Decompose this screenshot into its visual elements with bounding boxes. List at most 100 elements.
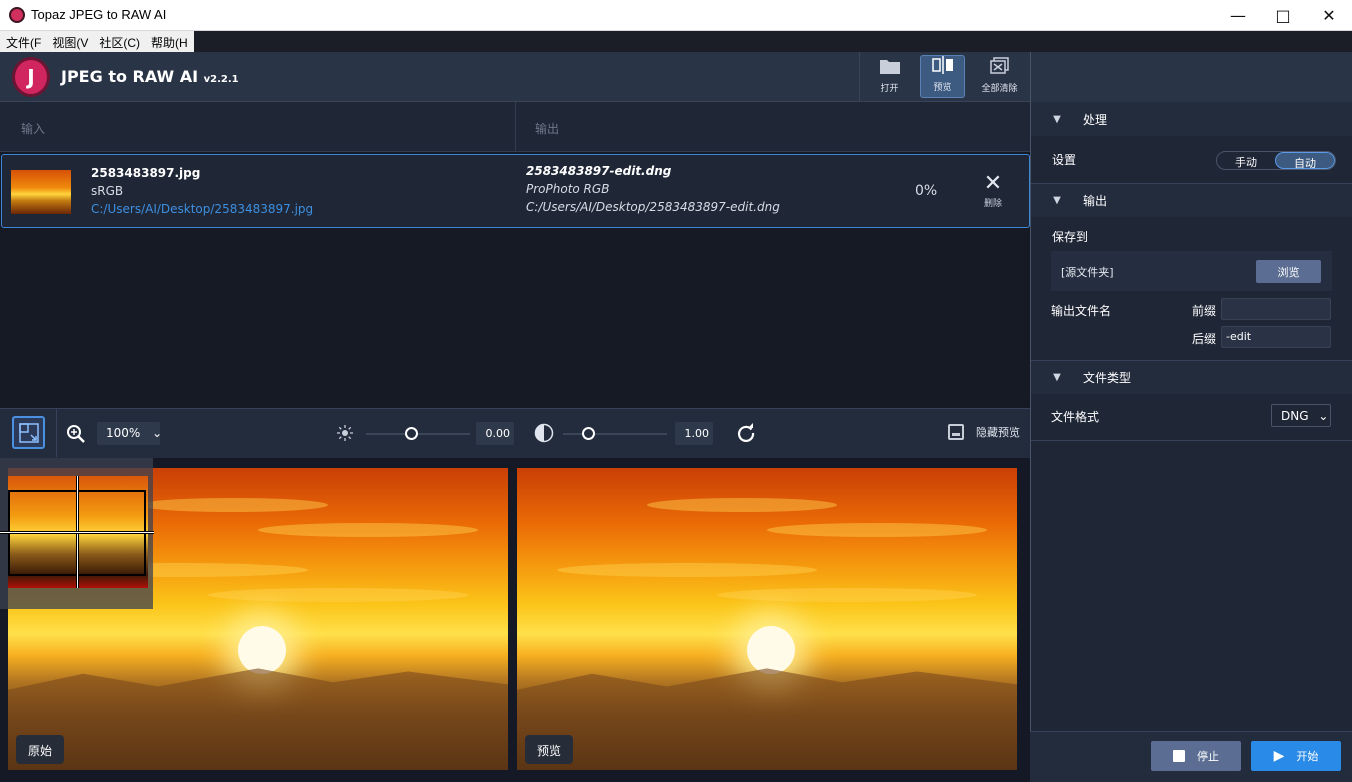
file-format-label: 文件格式 — [1051, 410, 1100, 424]
chevron-down-icon: ▼ — [1053, 113, 1061, 125]
folder-icon — [879, 60, 900, 74]
mode-toggle[interactable]: 手动 自动 — [1216, 151, 1336, 170]
prefix-label: 前缀 — [1192, 304, 1217, 318]
preview-toolbar-label: 预览 — [933, 83, 952, 93]
output-section-header[interactable]: ▼ 输出 — [1031, 183, 1352, 217]
delete-label: 删除 — [983, 199, 1002, 209]
column-divider — [515, 102, 516, 152]
app-icon — [9, 7, 25, 23]
file-format-select[interactable]: DNG ⌄ — [1271, 404, 1331, 427]
original-label: 原始 — [16, 735, 65, 764]
menu-help[interactable]: 帮助(H — [145, 31, 193, 52]
cloud-shape — [258, 523, 478, 537]
output-path: C:/Users/AI/Desktop/2583483897-edit.dng — [526, 200, 780, 214]
close-window-button[interactable]: ✕ — [1306, 0, 1352, 31]
input-colorspace: sRGB — [91, 184, 124, 198]
mountain-shape — [517, 668, 1017, 770]
exposure-value-field[interactable]: 0.00 — [476, 422, 514, 445]
file-format-value: DNG — [1281, 409, 1309, 423]
file-list-empty-area — [0, 230, 1030, 408]
output-filename-label: 输出文件名 — [1051, 304, 1112, 318]
hide-preview-icon — [948, 424, 964, 440]
reset-icon[interactable] — [736, 423, 756, 446]
topaz-logo: J — [12, 57, 50, 97]
stop-button[interactable]: 停止 — [1151, 741, 1241, 771]
exposure-slider-track[interactable] — [366, 433, 470, 435]
menu-bar-filler — [194, 31, 1352, 52]
maximize-button[interactable]: □ — [1260, 0, 1306, 31]
open-label: 打开 — [880, 84, 899, 94]
section-divider — [1031, 440, 1352, 441]
clear-all-button[interactable]: 全部清除 — [977, 55, 1022, 98]
brightness-icon — [336, 424, 354, 445]
mountain-shape — [8, 668, 508, 770]
hide-preview-toggle[interactable]: 隐藏预览 — [948, 424, 1020, 440]
file-type-title: 文件类型 — [1083, 371, 1132, 385]
processing-section-header[interactable]: ▼ 处理 — [1031, 102, 1352, 136]
zoom-select[interactable]: 100% ⌄ — [97, 422, 163, 445]
sun-shape — [747, 626, 795, 674]
progress-percent: 0% — [915, 183, 938, 199]
output-title: 输出 — [1083, 194, 1108, 208]
menu-community[interactable]: 社区(C) — [93, 31, 145, 52]
output-colorspace: ProPhoto RGB — [526, 182, 610, 196]
input-column-header: 输入 — [21, 122, 46, 136]
split-view-icon — [931, 56, 953, 74]
navigator-icon — [18, 422, 39, 443]
contrast-slider-handle[interactable] — [582, 427, 595, 440]
close-icon: ✕ — [983, 171, 1003, 196]
cloud-shape — [138, 498, 328, 512]
open-button[interactable]: 打开 — [867, 55, 912, 98]
navigator-viewport-box[interactable] — [0, 476, 154, 588]
chevron-down-icon: ▼ — [1053, 372, 1061, 383]
menu-file[interactable]: 文件(F — [0, 31, 46, 52]
cloud-shape — [208, 588, 468, 602]
start-button[interactable]: ▶ 开始 — [1251, 741, 1341, 771]
chevron-down-icon: ⌄ — [1318, 409, 1329, 423]
minimize-button[interactable]: — — [1215, 0, 1261, 31]
cloud-shape — [647, 498, 837, 512]
toolbar-divider — [859, 52, 860, 102]
stop-label: 停止 — [1197, 750, 1219, 763]
start-label: 开始 — [1296, 750, 1319, 763]
exposure-slider-handle[interactable] — [405, 427, 418, 440]
manual-mode-option[interactable]: 手动 — [1217, 152, 1275, 169]
menu-view[interactable]: 视图(V — [46, 31, 93, 52]
contrast-value-field[interactable]: 1.00 — [675, 422, 713, 445]
clear-all-label: 全部清除 — [981, 84, 1018, 94]
file-type-section-header[interactable]: ▼ 文件类型 — [1031, 360, 1352, 394]
cloud-shape — [557, 563, 817, 577]
cloud-shape — [717, 588, 977, 602]
zoom-value: 100% — [106, 426, 141, 440]
navigator-split-horizontal[interactable] — [0, 531, 154, 534]
sidebar-header — [1030, 52, 1352, 102]
processing-title: 处理 — [1083, 112, 1108, 127]
contrast-icon — [534, 423, 554, 446]
suffix-input[interactable]: -edit — [1221, 326, 1331, 348]
preview-pane-label: 预览 — [525, 735, 574, 764]
menu-bar: 文件(F 视图(V 社区(C) 帮助(H — [0, 31, 194, 52]
zoom-icon[interactable] — [66, 424, 86, 448]
clear-all-icon — [989, 57, 1009, 74]
cloud-shape — [767, 523, 987, 537]
sun-shape — [238, 626, 286, 674]
contrast-slider-track[interactable] — [563, 433, 667, 435]
chevron-down-icon: ▼ — [1053, 195, 1061, 206]
delete-button[interactable]: ✕ 删除 — [978, 172, 1008, 212]
navigator-toggle-button[interactable] — [12, 416, 45, 449]
window-title: Topaz JPEG to RAW AI — [31, 7, 167, 22]
prefix-input[interactable] — [1221, 298, 1331, 320]
save-to-value: [源文件夹] — [1061, 266, 1114, 279]
stop-icon — [1173, 750, 1185, 762]
chevron-down-icon: ⌄ — [152, 426, 163, 440]
suffix-label: 后缀 — [1192, 332, 1217, 346]
preview-button[interactable]: 预览 — [920, 55, 965, 98]
file-thumbnail — [11, 170, 71, 214]
window-title-bar: Topaz JPEG to RAW AI — □ ✕ — [0, 0, 1352, 31]
auto-mode-option[interactable]: 自动 — [1275, 152, 1335, 169]
output-column-header: 输出 — [535, 122, 560, 136]
browse-button[interactable]: 浏览 — [1256, 260, 1321, 283]
preview-image-pane[interactable]: 预览 — [517, 468, 1017, 770]
input-path-link[interactable]: C:/Users/AI/Desktop/2583483897.jpg — [91, 202, 313, 216]
hide-preview-label: 隐藏预览 — [976, 426, 1020, 439]
